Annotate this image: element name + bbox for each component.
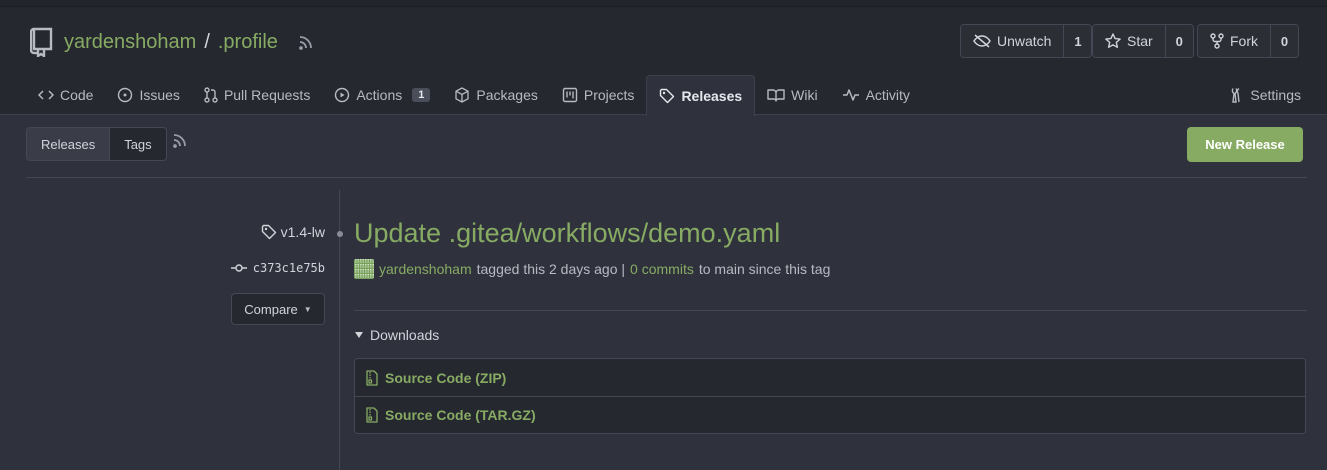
- downloads-toggle[interactable]: Downloads: [354, 327, 439, 343]
- tag-icon: [659, 88, 675, 104]
- tab-label: Actions: [356, 87, 403, 103]
- repo-icon: [28, 26, 56, 58]
- release-title-link[interactable]: Update .gitea/workflows/demo.yaml: [354, 218, 780, 249]
- actions-count-badge: 1: [412, 88, 431, 102]
- releases-toggle[interactable]: Releases: [27, 128, 111, 160]
- download-label: Source Code (ZIP): [385, 369, 507, 386]
- star-label: Star: [1127, 33, 1153, 49]
- code-icon: [38, 88, 54, 102]
- compare-dropdown[interactable]: Compare ▼: [231, 293, 325, 325]
- tab-wiki[interactable]: Wiki: [755, 75, 829, 115]
- downloads-list: Source Code (ZIP) Source Code (TAR.GZ): [354, 358, 1306, 434]
- watch-count[interactable]: 1: [1063, 25, 1092, 57]
- releases-rss-icon[interactable]: [172, 132, 188, 148]
- releases-tags-switch: Releases Tags: [26, 127, 167, 161]
- eye-closed-icon: [973, 34, 991, 48]
- avatar[interactable]: [354, 259, 374, 279]
- wrench-icon: [1228, 87, 1244, 103]
- settings-label: Settings: [1250, 87, 1301, 103]
- tagged-text: tagged this 2 days ago |: [476, 261, 626, 277]
- rss-icon[interactable]: [298, 33, 316, 51]
- divider: [354, 310, 1307, 311]
- repo-header: yardenshoham / .profile Unwatch 1 Star 0…: [0, 7, 1327, 116]
- tab-activity[interactable]: Activity: [830, 75, 922, 115]
- file-zip-icon: [365, 369, 379, 386]
- download-zip-link[interactable]: Source Code (ZIP): [355, 359, 1305, 396]
- release-tag[interactable]: v1.4-lw: [261, 224, 325, 240]
- tab-pull-requests[interactable]: Pull Requests: [192, 75, 322, 115]
- divider: [26, 177, 1307, 178]
- tab-code[interactable]: Code: [26, 75, 105, 115]
- tag-icon: [261, 224, 277, 240]
- tab-label: Packages: [476, 87, 538, 103]
- tab-packages[interactable]: Packages: [442, 75, 549, 115]
- tab-label: Releases: [681, 88, 743, 104]
- download-label: Source Code (TAR.GZ): [385, 407, 536, 423]
- repo-title: yardenshoham / .profile: [28, 25, 316, 59]
- triangle-down-icon: [354, 330, 364, 340]
- top-strip: [0, 0, 1327, 7]
- since-text: to main since this tag: [698, 261, 831, 277]
- pull-request-icon: [204, 87, 218, 103]
- fork-label: Fork: [1230, 33, 1258, 49]
- tab-settings[interactable]: Settings: [1224, 75, 1305, 115]
- release-author-link[interactable]: yardenshoham: [379, 261, 472, 277]
- tab-issues[interactable]: Issues: [105, 75, 191, 115]
- tab-label: Code: [60, 87, 94, 103]
- star-button[interactable]: Star: [1093, 25, 1165, 57]
- star-group: Star 0: [1092, 24, 1194, 58]
- watch-group: Unwatch 1: [960, 24, 1093, 58]
- fork-group: Fork 0: [1197, 24, 1299, 58]
- commit-icon: [230, 263, 247, 273]
- tab-label: Pull Requests: [223, 87, 311, 103]
- release-commit[interactable]: c373c1e75b: [230, 261, 325, 275]
- repo-name-link[interactable]: .profile: [218, 31, 278, 54]
- issue-icon: [117, 87, 133, 103]
- project-icon: [562, 87, 578, 103]
- unwatch-label: Unwatch: [997, 33, 1052, 49]
- repo-tabs: Code Issues Pull Requests Actions 1 Pack…: [26, 75, 922, 116]
- file-zip-icon: [365, 407, 379, 423]
- star-count[interactable]: 0: [1164, 25, 1193, 57]
- tab-label: Wiki: [791, 87, 818, 103]
- fork-count[interactable]: 0: [1270, 25, 1298, 57]
- tab-label: Activity: [865, 87, 910, 103]
- fork-icon: [1210, 33, 1224, 49]
- package-icon: [454, 87, 470, 103]
- timeline-dot: [337, 231, 343, 237]
- release-tag-label: v1.4-lw: [280, 224, 325, 240]
- caret-down-icon: ▼: [303, 304, 312, 314]
- unwatch-button[interactable]: Unwatch: [961, 25, 1064, 57]
- tab-actions[interactable]: Actions 1: [322, 75, 442, 115]
- tab-label: Issues: [139, 87, 180, 103]
- tab-releases[interactable]: Releases: [646, 75, 756, 116]
- book-icon: [767, 88, 785, 102]
- repo-separator: /: [204, 30, 210, 53]
- downloads-label: Downloads: [370, 327, 440, 343]
- release-commit-sha: c373c1e75b: [252, 261, 325, 275]
- repo-owner-link[interactable]: yardenshoham: [64, 31, 196, 54]
- new-release-button[interactable]: New Release: [1187, 127, 1303, 162]
- star-icon: [1105, 33, 1121, 49]
- tab-label: Projects: [583, 87, 635, 103]
- play-icon: [334, 87, 350, 103]
- tags-toggle[interactable]: Tags: [110, 128, 166, 160]
- commits-link[interactable]: 0 commits: [630, 261, 694, 277]
- compare-label: Compare: [244, 301, 298, 317]
- tab-projects[interactable]: Projects: [550, 75, 647, 115]
- pulse-icon: [842, 88, 860, 102]
- fork-button[interactable]: Fork: [1198, 25, 1270, 57]
- download-targz-link[interactable]: Source Code (TAR.GZ): [355, 396, 1305, 433]
- release-subtitle: yardenshoham tagged this 2 days ago | 0 …: [354, 259, 830, 279]
